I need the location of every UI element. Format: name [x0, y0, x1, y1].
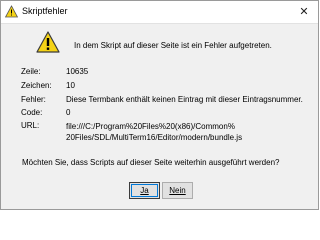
code-value: 0 — [66, 108, 71, 117]
line-value: 10635 — [66, 67, 89, 76]
error-value: Diese Termbank enthält keinen Eintrag mi… — [66, 95, 303, 104]
warning-icon — [36, 31, 60, 53]
close-button[interactable]: ✕ — [290, 1, 318, 22]
yes-button[interactable]: Ja — [129, 182, 160, 199]
error-header-message: In dem Skript auf dieser Seite ist ein F… — [74, 41, 272, 50]
url-line-1: file:///C:/Program%20Files%20(x86)/Commo… — [66, 122, 235, 131]
url-value: file:///C:/Program%20Files%20(x86)/Commo… — [66, 121, 306, 143]
window-title: Skriptfehler — [22, 6, 68, 16]
continue-question: Möchten Sie, dass Scripts auf dieser Sei… — [22, 158, 280, 167]
script-error-dialog: Skriptfehler ✕ In dem Skript auf dieser … — [0, 0, 319, 210]
error-label: Fehler: — [21, 95, 46, 104]
url-line-2: 20Files/SDL/MultiTerm16/Editor/modern/bu… — [66, 133, 243, 142]
app-warning-icon — [4, 5, 19, 18]
yes-button-label: Ja — [140, 186, 149, 195]
title-bar: Skriptfehler ✕ — [1, 1, 318, 24]
url-label: URL: — [21, 121, 40, 130]
line-label: Zeile: — [21, 67, 41, 76]
no-button-label: Nein — [169, 186, 186, 195]
char-label: Zeichen: — [21, 81, 52, 90]
no-button[interactable]: Nein — [162, 182, 193, 199]
code-label: Code: — [21, 108, 43, 117]
char-value: 10 — [66, 81, 75, 90]
